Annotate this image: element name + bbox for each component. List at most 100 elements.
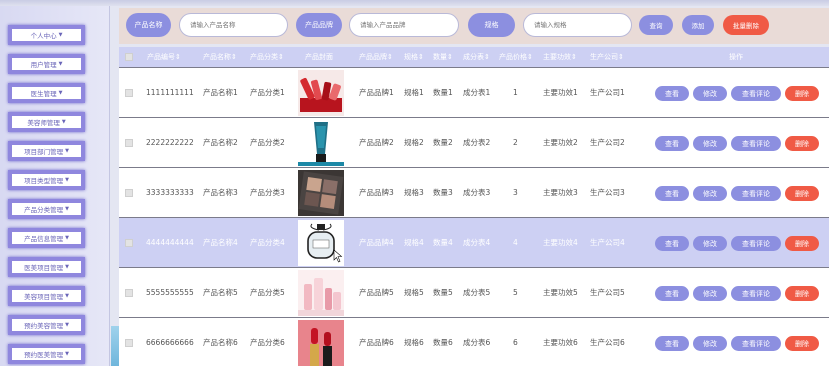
view-reviews-button[interactable]: 查看评论: [731, 186, 781, 201]
sort-icon: ⇕: [484, 53, 490, 61]
sort-icon: ⇕: [231, 53, 237, 61]
product-ingredients: 成分表6: [463, 338, 491, 347]
sort-icon: ⇕: [278, 53, 284, 61]
column-header-price[interactable]: 产品价格⇕: [499, 47, 533, 67]
sidebar-item-beauty-projects[interactable]: 美容项目管理 ▼: [8, 286, 85, 306]
sort-icon: ⇕: [175, 53, 181, 61]
product-brand: 产品品牌4: [359, 238, 394, 247]
sidebar-accent: [111, 326, 119, 366]
product-qty: 数量1: [433, 88, 453, 97]
batch-delete-button[interactable]: 批量删除: [723, 15, 769, 35]
column-header-ingredients[interactable]: 成分表⇕: [463, 47, 490, 67]
sidebar-item-project-types[interactable]: 项目类型管理 ▼: [8, 170, 85, 190]
view-button[interactable]: 查看: [655, 86, 689, 101]
edit-button[interactable]: 修改: [693, 336, 727, 351]
product-price: 1: [513, 88, 518, 97]
edit-button[interactable]: 修改: [693, 186, 727, 201]
view-button[interactable]: 查看: [655, 336, 689, 351]
view-reviews-button[interactable]: 查看评论: [731, 236, 781, 251]
product-qty: 数量4: [433, 238, 453, 247]
view-button[interactable]: 查看: [655, 236, 689, 251]
row-checkbox[interactable]: [125, 139, 133, 147]
product-name: 产品名称3: [203, 188, 238, 197]
select-all-checkbox[interactable]: [125, 53, 133, 61]
product-name: 产品名称5: [203, 288, 238, 297]
delete-button[interactable]: 删除: [785, 86, 819, 101]
row-checkbox[interactable]: [125, 89, 133, 97]
delete-button[interactable]: 删除: [785, 336, 819, 351]
column-header-spec[interactable]: 规格⇕: [404, 47, 424, 67]
view-button[interactable]: 查看: [655, 186, 689, 201]
sidebar-item-label: 项目部门管理: [24, 148, 64, 156]
view-reviews-button[interactable]: 查看评论: [731, 86, 781, 101]
view-reviews-button[interactable]: 查看评论: [731, 336, 781, 351]
product-price: 6: [513, 338, 518, 347]
view-button[interactable]: 查看: [655, 136, 689, 151]
sidebar-item-doctors[interactable]: 医生管理 ▼: [8, 83, 85, 103]
column-header-qty[interactable]: 数量⇕: [433, 47, 453, 67]
delete-button[interactable]: 删除: [785, 136, 819, 151]
sidebar-item-departments[interactable]: 项目部门管理 ▼: [8, 141, 85, 161]
sidebar-item-label: 个人中心: [30, 32, 57, 40]
product-brand-input[interactable]: [349, 13, 459, 37]
column-header-company[interactable]: 生产公司⇕: [590, 47, 624, 67]
chevron-down-icon: ▼: [58, 90, 63, 96]
sidebar-item-medical-bookings[interactable]: 预约医美管理 ▼: [8, 344, 85, 364]
view-reviews-button[interactable]: 查看评论: [731, 136, 781, 151]
chevron-down-icon: ▼: [58, 61, 63, 67]
view-button[interactable]: 查看: [655, 286, 689, 301]
sidebar-item-personal-center[interactable]: 个人中心 ▼: [8, 25, 85, 45]
query-button[interactable]: 查询: [639, 15, 673, 35]
column-header-id[interactable]: 产品编号⇕: [147, 47, 181, 67]
eyeshadow-palette-image: [298, 170, 344, 216]
column-header-category[interactable]: 产品分类⇕: [250, 47, 284, 67]
product-brand-label: 产品品牌: [296, 13, 342, 37]
product-id: 6666666666: [146, 338, 194, 347]
row-checkbox[interactable]: [125, 239, 133, 247]
row-checkbox[interactable]: [125, 189, 133, 197]
product-price: 2: [513, 138, 518, 147]
pink-cosmetics-image: [298, 270, 344, 316]
row-checkbox[interactable]: [125, 339, 133, 347]
column-header-brand[interactable]: 产品品牌⇕: [359, 47, 393, 67]
sidebar-item-label: 美容师管理: [27, 119, 60, 127]
product-id: 1111111111: [146, 88, 194, 97]
column-header-effect[interactable]: 主要功效⇕: [543, 47, 577, 67]
table-row: 2222222222 产品名称2 产品分类2 产品品牌2 规格2 数量2 成分表…: [119, 117, 829, 167]
column-header-name[interactable]: 产品名称⇕: [203, 47, 237, 67]
edit-button[interactable]: 修改: [693, 136, 727, 151]
sidebar-item-product-info[interactable]: 产品信息管理 ▼: [8, 228, 85, 248]
row-checkbox[interactable]: [125, 289, 133, 297]
product-company: 生产公司2: [590, 138, 625, 147]
delete-button[interactable]: 删除: [785, 286, 819, 301]
product-effect: 主要功效4: [543, 238, 578, 247]
add-button[interactable]: 添加: [682, 15, 714, 35]
product-name-input[interactable]: [179, 13, 288, 37]
product-effect: 主要功效3: [543, 188, 578, 197]
delete-button[interactable]: 删除: [785, 186, 819, 201]
top-bar: [0, 0, 829, 6]
search-bar: 产品名称 产品品牌 规格 查询 添加 批量删除: [119, 8, 829, 44]
sidebar-item-product-categories[interactable]: 产品分类管理 ▼: [8, 199, 85, 219]
product-ingredients: 成分表5: [463, 288, 491, 297]
sidebar-item-beauty-bookings[interactable]: 预约美容管理 ▼: [8, 315, 85, 335]
product-company: 生产公司6: [590, 338, 625, 347]
edit-button[interactable]: 修改: [693, 236, 727, 251]
product-spec: 规格5: [404, 288, 424, 297]
sidebar-item-beauticians[interactable]: 美容师管理 ▼: [8, 112, 85, 132]
product-brand: 产品品牌5: [359, 288, 394, 297]
delete-button[interactable]: 删除: [785, 236, 819, 251]
edit-button[interactable]: 修改: [693, 286, 727, 301]
sidebar-item-label: 医生管理: [30, 90, 57, 98]
product-qty: 数量5: [433, 288, 453, 297]
sidebar-item-users[interactable]: 用户管理 ▼: [8, 54, 85, 74]
sidebar-item-medical-beauty[interactable]: 医美项目管理 ▼: [8, 257, 85, 277]
sidebar-menu: 个人中心 ▼ 用户管理 ▼ 医生管理 ▼ 美容师管理 ▼ 项目部门管理 ▼ 项目类型管理 ▼…: [0, 6, 110, 366]
sidebar-item-label: 预约医美管理: [24, 351, 64, 359]
table-row: 5555555555 产品名称5 产品分类5 产品品牌5 规格5 数量5 成分表…: [119, 267, 829, 317]
view-reviews-button[interactable]: 查看评论: [731, 286, 781, 301]
product-name: 产品名称4: [203, 238, 238, 247]
sort-icon: ⇕: [447, 53, 453, 61]
spec-input[interactable]: [523, 13, 632, 37]
edit-button[interactable]: 修改: [693, 86, 727, 101]
